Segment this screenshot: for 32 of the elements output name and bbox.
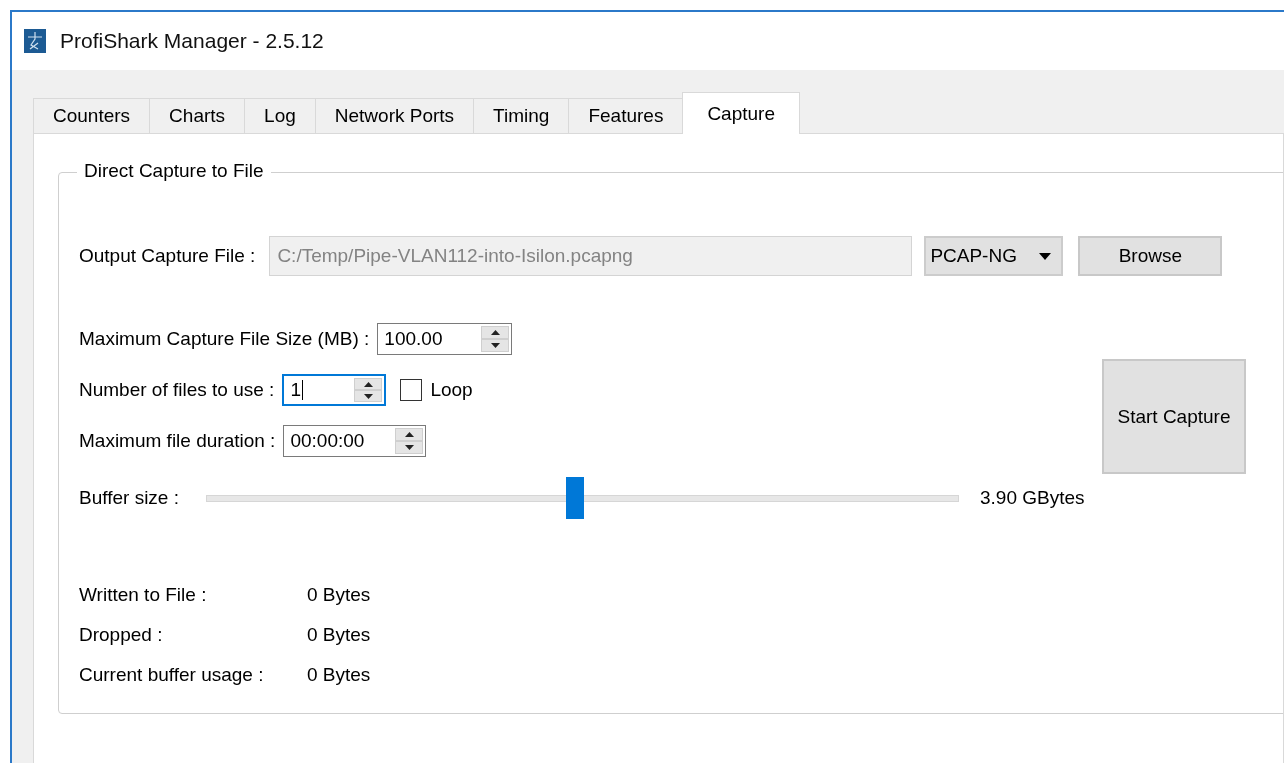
window-title: ProfiShark Manager - 2.5.12 [60, 29, 324, 53]
up-arrow-icon[interactable] [404, 432, 414, 437]
caret-icon [1039, 252, 1052, 260]
start-capture-button[interactable]: Start Capture [1102, 359, 1246, 474]
stat-value: 0 Bytes [307, 664, 371, 686]
field-label: Output Capture File : [79, 245, 256, 267]
stat-value: 0 Bytes [307, 624, 371, 646]
checkbox[interactable] [400, 379, 423, 401]
app-icon [24, 29, 46, 53]
down-arrow-icon[interactable] [404, 445, 414, 450]
slider-label: Buffer size : [79, 487, 180, 509]
checkbox-label: Loop [430, 379, 473, 401]
format-dropdown[interactable]: PCAP-NG [924, 236, 1064, 276]
stat-label: Written to File : [79, 584, 208, 606]
stat-value: 0 Bytes [307, 584, 371, 606]
spin-box[interactable]: 100.00 [377, 323, 513, 355]
field-label: Number of files to use : [79, 379, 275, 401]
up-arrow-icon[interactable] [490, 330, 500, 335]
spin-box[interactable]: 00:00:00 [283, 425, 427, 457]
up-arrow-icon[interactable] [363, 381, 373, 387]
slider-thumb[interactable] [565, 477, 584, 519]
tab[interactable]: Counters [33, 98, 151, 133]
stat-label: Current buffer usage : [79, 664, 265, 686]
field-label: Maximum file duration : [79, 430, 276, 452]
field-label: Maximum Capture File Size (MB) : [79, 328, 370, 350]
down-arrow-icon[interactable] [363, 393, 373, 399]
down-arrow-icon[interactable] [490, 343, 500, 348]
browse-button[interactable]: Browse [1078, 236, 1223, 276]
tab[interactable]: Capture [682, 92, 800, 134]
stat-label: Dropped : [79, 624, 164, 646]
spin-box[interactable]: 1 [282, 374, 387, 406]
slider-reading: 3.90 GBytes [980, 487, 1085, 509]
